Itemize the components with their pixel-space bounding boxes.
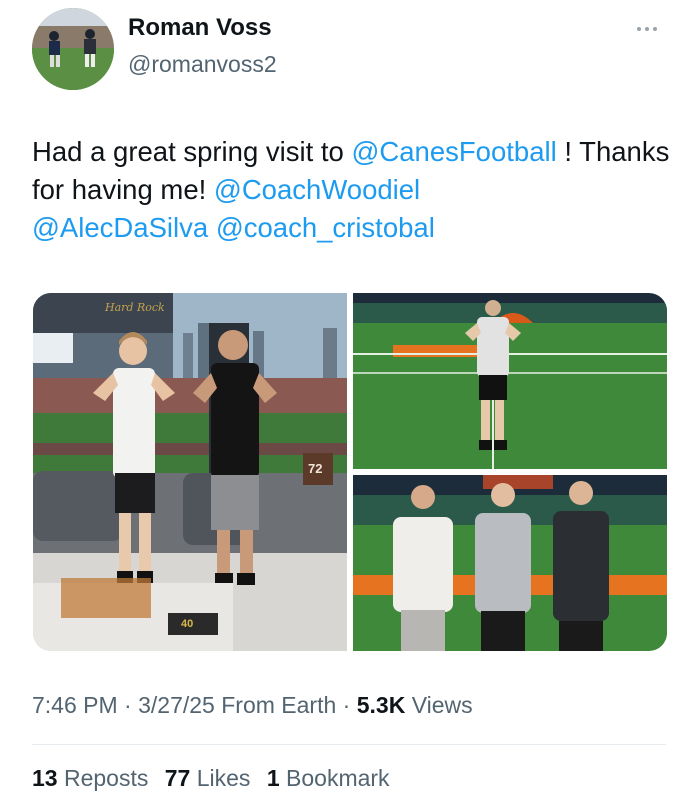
tweet-date[interactable]: 3/27/25 [138, 692, 215, 718]
bookmarks-count: 1 [266, 765, 280, 791]
meta-separator: · [117, 692, 139, 718]
meta-separator: · [336, 692, 357, 718]
dot-icon [645, 27, 649, 31]
views-label: Views [405, 692, 473, 718]
mention-link[interactable]: @CanesFootball [351, 136, 556, 167]
tweet-source: From Earth [214, 692, 337, 718]
views-count: 5.3K [356, 692, 406, 718]
reposts-count: 13 [32, 765, 58, 791]
photo-office-image [33, 293, 347, 651]
photo-office[interactable]: Hard Rock 72 40 [33, 293, 347, 651]
avatar[interactable] [32, 8, 114, 90]
engagement-stats: 13 Reposts 77 Likes 1 Bookmark [32, 765, 400, 792]
tweet-time[interactable]: 7:46 PM [32, 692, 118, 718]
media-grid: Hard Rock 72 40 [33, 293, 667, 651]
tweet-text-part [208, 212, 216, 243]
desk-plaque: 40 [181, 618, 194, 630]
more-options-icon[interactable] [637, 22, 667, 36]
football-players-avatar-icon [32, 8, 114, 90]
photo-turf-solo[interactable] [353, 293, 667, 469]
mention-link[interactable]: @CoachWoodiel [214, 174, 420, 205]
jersey-number: 72 [308, 461, 323, 476]
likes-label: Likes [190, 765, 251, 791]
tweet-text: Had a great spring visit to @CanesFootba… [32, 133, 672, 247]
reposts-label: Reposts [57, 765, 149, 791]
likes-stat[interactable]: 77 Likes [165, 765, 251, 791]
mention-link[interactable]: @AlecDaSilva [32, 212, 208, 243]
dot-icon [653, 27, 657, 31]
likes-count: 77 [164, 765, 191, 791]
photo-group[interactable] [353, 475, 667, 651]
photo-turf-solo-image [353, 293, 667, 469]
tweet-meta: 7:46 PM · 3/27/25 From Earth · 5.3K View… [32, 692, 473, 719]
dot-icon [637, 27, 641, 31]
tweet-text-part: Had a great spring visit to [32, 136, 352, 167]
divider [32, 744, 666, 745]
reposts-stat[interactable]: 13 Reposts [32, 765, 148, 791]
author-handle[interactable]: @romanvoss2 [128, 51, 277, 78]
bookmarks-stat[interactable]: 1 Bookmark [267, 765, 390, 791]
mention-link[interactable]: @coach_cristobal [216, 212, 435, 243]
author-name[interactable]: Roman Voss [128, 14, 272, 42]
sign-text: Hard Rock [105, 301, 165, 314]
photo-group-image [353, 475, 667, 651]
bookmarks-label: Bookmark [279, 765, 390, 791]
